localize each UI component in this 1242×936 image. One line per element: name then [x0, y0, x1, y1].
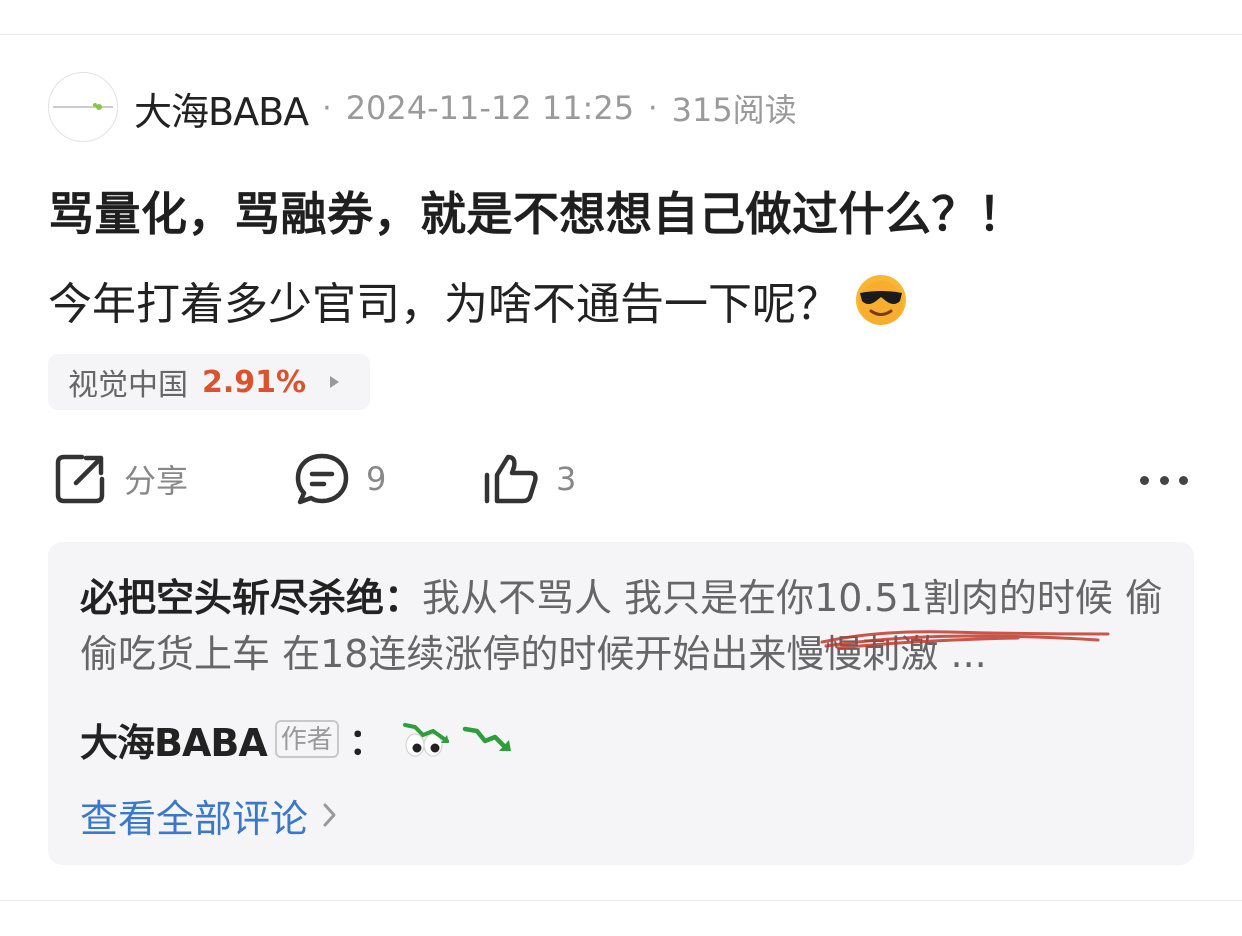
author-avatar[interactable]	[48, 72, 118, 142]
post-date: 2024-11-12 11:25	[345, 89, 635, 127]
comment-icon	[295, 453, 349, 505]
separator-dot: ·	[648, 90, 658, 126]
chevron-right-icon	[323, 803, 336, 827]
bottom-divider	[0, 900, 1242, 901]
sunglasses-emoji-icon	[856, 275, 906, 325]
view-all-label: 查看全部评论	[80, 796, 309, 841]
separator-dot: ·	[322, 90, 332, 126]
dot	[1140, 475, 1149, 485]
post-title[interactable]: 骂量化，骂融券，就是不想想自己做过什么？！	[48, 178, 1025, 244]
comment-preview[interactable]: 必把空头斩尽杀绝：我从不骂人 我只是在你10.51割肉的时候 偷偷吃货上车 在1…	[48, 542, 1194, 865]
author-name[interactable]: 大海BABA	[134, 81, 309, 136]
reply-author[interactable]: 大海BABA	[80, 712, 268, 767]
dot	[1179, 475, 1188, 485]
view-all-comments-link[interactable]: 查看全部评论	[80, 790, 338, 841]
comment-count: 9	[366, 460, 387, 498]
stock-tag[interactable]: 视觉中国 2.91%	[48, 354, 370, 410]
stock-name: 视觉中国	[68, 368, 188, 403]
post-header: 大海BABA · 2024-11-12 11:25 · 315阅读	[134, 84, 797, 134]
comment-author[interactable]: 必把空头斩尽杀绝	[80, 576, 384, 620]
like-count: 3	[556, 460, 577, 498]
share-button[interactable]: 分享	[52, 448, 188, 510]
chart-decreasing-emoji-icon	[462, 726, 511, 752]
top-divider	[0, 34, 1242, 35]
post-body-text: 今年打着多少官司，为啥不通告一下呢？	[48, 279, 840, 330]
more-options-icon[interactable]	[1140, 470, 1188, 490]
like-button[interactable]: 3	[482, 448, 576, 510]
stock-change: 2.91%	[202, 364, 307, 400]
share-label: 分享	[124, 462, 189, 500]
comment-button[interactable]: 9	[294, 448, 386, 510]
read-count: 315阅读	[671, 91, 797, 129]
eyes-emoji-icon	[402, 723, 449, 757]
thumbs-up-icon	[484, 454, 538, 504]
play-arrow-icon	[330, 376, 340, 388]
share-icon	[55, 454, 105, 504]
comment-separator: ：	[384, 576, 423, 620]
post-body[interactable]: 今年打着多少官司，为啥不通告一下呢？	[48, 268, 908, 332]
red-scribble-annotation	[820, 630, 1110, 650]
avatar-image	[53, 103, 113, 110]
dot	[1159, 475, 1169, 485]
author-reply[interactable]: 大海BABA 作者 ：	[80, 712, 513, 767]
author-badge: 作者	[274, 720, 339, 758]
reply-separator: ：	[348, 722, 385, 763]
